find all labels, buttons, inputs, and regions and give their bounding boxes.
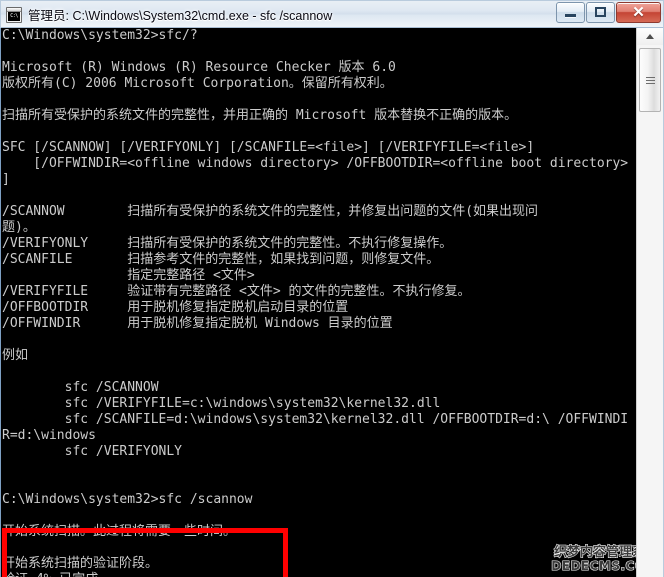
window-title: 管理员: C:\Windows\System32\cmd.exe - sfc /… <box>28 9 333 23</box>
close-button[interactable]: ✕ <box>616 1 661 23</box>
vertical-scrollbar[interactable] <box>636 28 664 577</box>
title-bar[interactable]: C:\ 管理员: C:\Windows\System32\cmd.exe - s… <box>0 0 664 28</box>
minimize-button[interactable] <box>556 1 585 23</box>
window-controls: ✕ <box>555 1 663 29</box>
chevron-up-icon <box>646 34 654 39</box>
icon-screen-label: C:\ <box>8 11 20 21</box>
scroll-up-button[interactable] <box>637 28 663 45</box>
scrollbar-grip-icon <box>645 76 655 84</box>
cmd-window-icon: C:\ <box>6 6 22 23</box>
minimize-icon <box>565 13 576 17</box>
scrollbar-thumb[interactable] <box>639 48 661 112</box>
console-output-text: C:\Windows\system32>sfc/? Microsoft (R) … <box>2 28 629 577</box>
console-client-area: C:\Windows\system32>sfc/? Microsoft (R) … <box>0 28 664 577</box>
scrollbar-track[interactable] <box>637 45 663 577</box>
console-output-surface[interactable]: C:\Windows\system32>sfc/? Microsoft (R) … <box>0 28 636 577</box>
maximize-icon <box>595 7 606 17</box>
maximize-button[interactable] <box>586 1 615 23</box>
cmd-window: C:\ 管理员: C:\Windows\System32\cmd.exe - s… <box>0 0 664 577</box>
close-icon: ✕ <box>632 3 645 21</box>
